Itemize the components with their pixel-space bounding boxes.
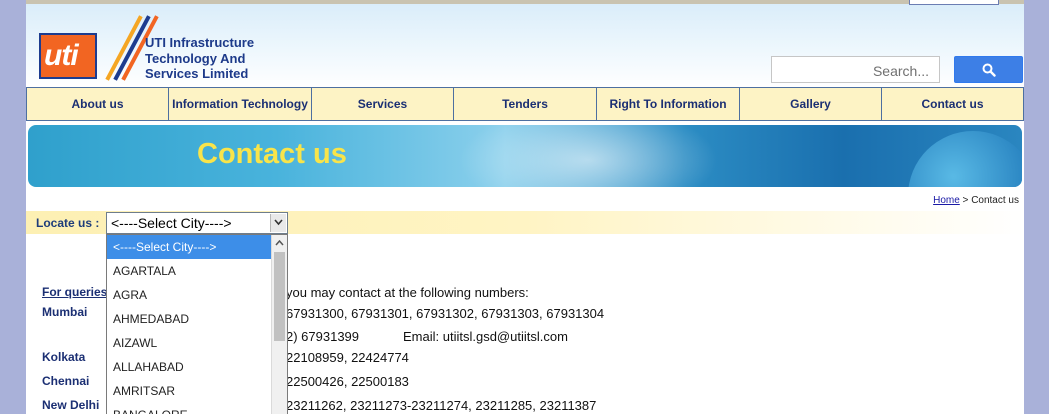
city-option[interactable]: AGRA — [107, 283, 271, 307]
page: uti UTI Infrastructure Technology And Se… — [26, 0, 1024, 414]
city-label-chennai: Chennai — [42, 374, 90, 388]
company-name-line: Technology And — [145, 50, 246, 66]
header-top-bar — [26, 0, 1024, 4]
city-select[interactable]: <----Select City----> — [106, 212, 288, 234]
top-widget[interactable] — [909, 0, 999, 5]
city-select-value: <----Select City----> — [111, 215, 232, 231]
breadcrumb-home-link[interactable]: Home — [933, 195, 960, 206]
city-label-kolkata: Kolkata — [42, 350, 86, 364]
city-dropdown-list[interactable]: <----Select City----> AGARTALA AGRA AHME… — [106, 234, 288, 414]
header: uti UTI Infrastructure Technology And Se… — [26, 0, 1024, 88]
nav-item-tenders[interactable]: Tenders — [454, 88, 597, 120]
city-options: <----Select City----> AGARTALA AGRA AHME… — [107, 235, 271, 414]
city-option[interactable]: AGARTALA — [107, 259, 271, 283]
phones-mumbai: 67931300, 67931301, 67931302, 67931303, … — [286, 306, 605, 321]
banner-glow — [458, 125, 718, 187]
phones-chennai: 22500426, 22500183 — [286, 374, 409, 389]
dropdown-scrollbar[interactable] — [271, 235, 287, 414]
company-name-line: UTI Infrastructure — [145, 35, 255, 50]
nav-item-services[interactable]: Services — [312, 88, 454, 120]
phones-new-delhi: 23211262, 23211273-23211274, 23211285, 2… — [286, 398, 597, 413]
email-mumbai: Email: utiitsl.gsd@utiitsl.com — [403, 329, 568, 344]
city-option[interactable]: ALLAHABAD — [107, 355, 271, 379]
contact-intro: you may contact at the following numbers… — [286, 285, 529, 300]
logo-text: uti — [44, 39, 79, 72]
nav-item-contact-us[interactable]: Contact us — [882, 88, 1023, 120]
breadcrumb: Home > Contact us — [933, 195, 1019, 206]
nav-item-information-technology[interactable]: Information Technology — [169, 88, 312, 120]
city-option[interactable]: AHMEDABAD — [107, 307, 271, 331]
nav-item-about-us[interactable]: About us — [27, 88, 169, 120]
queries-link[interactable]: For queries — [42, 285, 107, 299]
city-option[interactable]: AMRITSAR — [107, 379, 271, 403]
main-nav: About us Information Technology Services… — [26, 87, 1024, 121]
breadcrumb-separator: > — [959, 195, 972, 206]
breadcrumb-current: Contact us — [971, 195, 1019, 206]
search-icon — [982, 63, 996, 77]
company-name: UTI Infrastructure Technology And Servic… — [145, 35, 254, 82]
page-banner: Contact us — [28, 125, 1022, 187]
city-label-mumbai: Mumbai — [42, 305, 88, 319]
nav-item-right-to-information[interactable]: Right To Information — [597, 88, 740, 120]
phones-kolkata: 22108959, 22424774 — [286, 350, 409, 365]
scrollbar-thumb[interactable] — [274, 252, 285, 341]
phones-mumbai-2: 2) 67931399 — [286, 329, 360, 344]
city-option[interactable]: BANGALORE — [107, 403, 271, 414]
nav-item-gallery[interactable]: Gallery — [740, 88, 882, 120]
city-option[interactable]: <----Select City----> — [107, 235, 271, 259]
company-name-line: Services Limited — [145, 66, 249, 81]
locate-label: Locate us : — [36, 216, 100, 230]
chevron-up-icon[interactable] — [272, 235, 287, 251]
search-button[interactable] — [954, 56, 1023, 83]
city-option[interactable]: AIZAWL — [107, 331, 271, 355]
search-input[interactable]: Search... — [771, 56, 940, 83]
chevron-down-icon[interactable] — [270, 214, 286, 232]
uti-logo[interactable]: uti — [39, 33, 97, 79]
city-label-new-delhi: New Delhi — [42, 398, 100, 412]
globe-icon — [908, 131, 1022, 187]
page-title: Contact us — [197, 138, 347, 170]
